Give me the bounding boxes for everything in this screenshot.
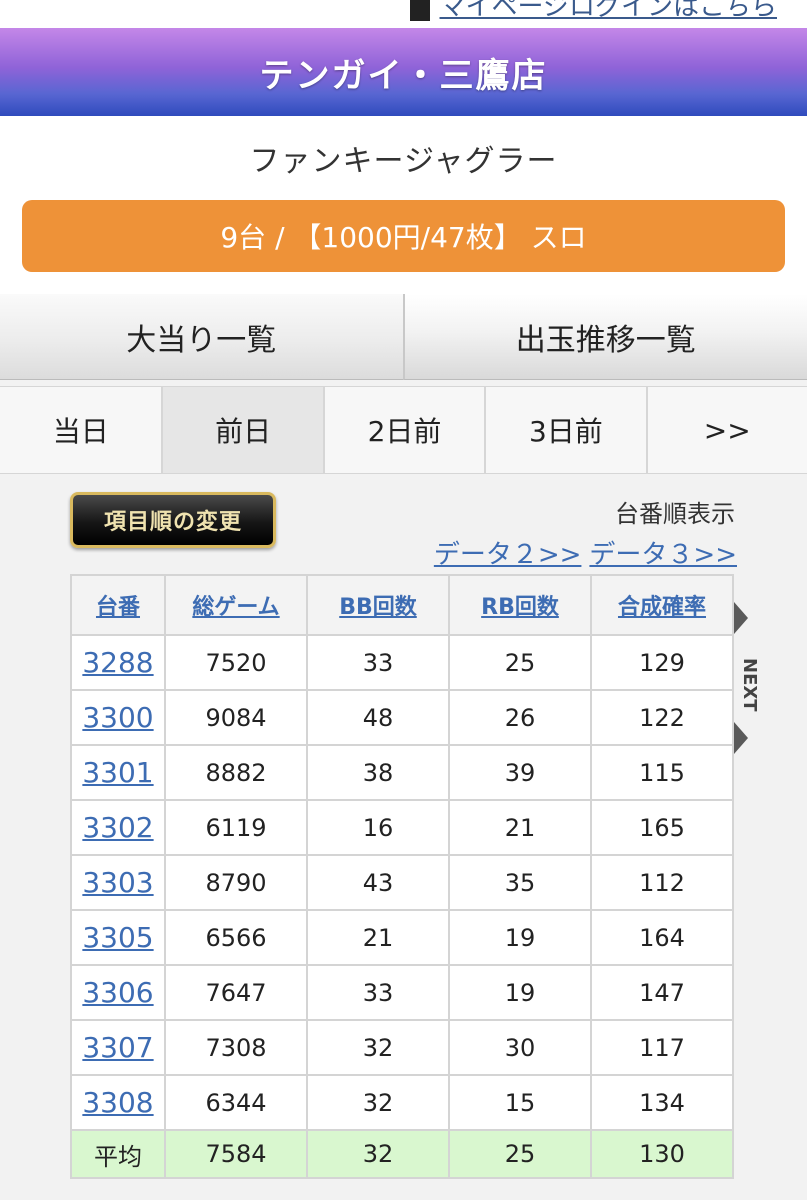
table-row: 3303 8790 43 35 112 (70, 854, 734, 911)
rate-bar: 9台 / 【1000円/47枚】 スロ (22, 200, 785, 272)
total-games-cell: 6119 (164, 799, 308, 856)
combined-rate-cell: 147 (590, 964, 734, 1021)
store-name: テンガイ・三鷹店 (259, 55, 548, 96)
combined-rate-cell: 117 (590, 1019, 734, 1076)
average-combined-rate: 130 (590, 1129, 734, 1179)
machine-no-link[interactable]: 3305 (70, 909, 166, 966)
machine-no-link[interactable]: 3288 (70, 634, 166, 691)
machine-no-link[interactable]: 3301 (70, 744, 166, 801)
next-page-tab[interactable]: NEXT (734, 602, 760, 754)
day-tab-today[interactable]: 当日 (0, 387, 162, 473)
total-games-cell: 7647 (164, 964, 308, 1021)
combined-rate-cell: 115 (590, 744, 734, 801)
data-table: 台番 総ゲーム BB回数 RB回数 合成確率 3288 7520 33 25 1… (70, 574, 734, 1179)
average-row: 平均 7584 32 25 130 (70, 1129, 734, 1179)
bb-count-cell: 48 (306, 689, 450, 746)
total-games-cell: 6344 (164, 1074, 308, 1131)
combined-rate-cell: 134 (590, 1074, 734, 1131)
bb-count-cell: 33 (306, 634, 450, 691)
total-games-cell: 9084 (164, 689, 308, 746)
machine-name: ファンキージャグラー (0, 116, 807, 200)
combined-rate-cell: 112 (590, 854, 734, 911)
rb-count-cell: 35 (448, 854, 592, 911)
next-label: NEXT (739, 658, 760, 712)
rb-count-cell: 19 (448, 909, 592, 966)
header-rb-count[interactable]: RB回数 (448, 574, 592, 636)
data2-link[interactable]: データ２>> (434, 540, 582, 570)
table-row: 3300 9084 48 26 122 (70, 689, 734, 746)
table-row: 3302 6119 16 21 165 (70, 799, 734, 856)
machine-no-link[interactable]: 3302 (70, 799, 166, 856)
bb-count-cell: 21 (306, 909, 450, 966)
rb-count-cell: 15 (448, 1074, 592, 1131)
rb-count-cell: 26 (448, 689, 592, 746)
next-arrow-icon (734, 722, 748, 754)
rb-count-cell: 30 (448, 1019, 592, 1076)
total-games-cell: 7308 (164, 1019, 308, 1076)
tab-jackpot-list[interactable]: 大当り一覧 (0, 294, 403, 380)
rb-count-cell: 39 (448, 744, 592, 801)
bb-count-cell: 33 (306, 964, 450, 1021)
data-table-wrap: 台番 総ゲーム BB回数 RB回数 合成確率 3288 7520 33 25 1… (70, 574, 734, 1179)
average-total-games: 7584 (164, 1129, 308, 1179)
bb-count-cell: 32 (306, 1074, 450, 1131)
total-games-cell: 8882 (164, 744, 308, 801)
store-header: テンガイ・三鷹店 (0, 28, 807, 116)
login-link-label: マイページログインはこちら (439, 0, 777, 22)
combined-rate-cell: 129 (590, 634, 734, 691)
header-bb-count[interactable]: BB回数 (306, 574, 450, 636)
order-label: 台番順表示 (615, 500, 735, 528)
day-tabs: 当日 前日 2日前 3日前 >> (0, 386, 807, 474)
average-bb-count: 32 (306, 1129, 450, 1179)
combined-rate-cell: 165 (590, 799, 734, 856)
rb-count-cell: 21 (448, 799, 592, 856)
rb-count-cell: 25 (448, 634, 592, 691)
table-row: 3305 6566 21 19 164 (70, 909, 734, 966)
combined-rate-cell: 122 (590, 689, 734, 746)
header-combined-rate[interactable]: 合成確率 (590, 574, 734, 636)
top-strip: マイページログインはこちら (0, 0, 807, 28)
header-total-games[interactable]: 総ゲーム (164, 574, 308, 636)
average-rb-count: 25 (448, 1129, 592, 1179)
bb-count-cell: 32 (306, 1019, 450, 1076)
day-tab-more[interactable]: >> (645, 387, 807, 473)
total-games-cell: 7520 (164, 634, 308, 691)
next-arrow-icon (734, 602, 748, 634)
table-row: 3306 7647 33 19 147 (70, 964, 734, 1021)
view-tabs: 大当り一覧 出玉推移一覧 (0, 294, 807, 380)
table-row: 3288 7520 33 25 129 (70, 634, 734, 691)
table-row: 3301 8882 38 39 115 (70, 744, 734, 801)
data3-link[interactable]: データ３>> (589, 540, 737, 570)
machine-no-link[interactable]: 3307 (70, 1019, 166, 1076)
bb-count-cell: 38 (306, 744, 450, 801)
data-links: データ２>> データ３>> (434, 534, 737, 571)
machine-no-link[interactable]: 3303 (70, 854, 166, 911)
sort-order-button[interactable]: 項目順の変更 (70, 492, 276, 548)
bb-count-cell: 43 (306, 854, 450, 911)
tab-payout-trend[interactable]: 出玉推移一覧 (402, 294, 807, 380)
combined-rate-cell: 164 (590, 909, 734, 966)
bb-count-cell: 16 (306, 799, 450, 856)
day-tab-previous-day[interactable]: 前日 (161, 387, 323, 473)
info-icon (409, 0, 430, 21)
login-link[interactable]: マイページログインはこちら (409, 0, 777, 23)
machine-no-link[interactable]: 3300 (70, 689, 166, 746)
day-tab-3-days-ago[interactable]: 3日前 (484, 387, 646, 473)
average-label: 平均 (70, 1129, 166, 1179)
header-machine-no[interactable]: 台番 (70, 574, 166, 636)
table-row: 3308 6344 32 15 134 (70, 1074, 734, 1131)
total-games-cell: 8790 (164, 854, 308, 911)
day-tab-2-days-ago[interactable]: 2日前 (322, 387, 485, 473)
machine-no-link[interactable]: 3308 (70, 1074, 166, 1131)
total-games-cell: 6566 (164, 909, 308, 966)
table-row: 3307 7308 32 30 117 (70, 1019, 734, 1076)
machine-no-link[interactable]: 3306 (70, 964, 166, 1021)
rb-count-cell: 19 (448, 964, 592, 1021)
rate-section: 9台 / 【1000円/47枚】 スロ (0, 190, 807, 294)
table-header-row: 台番 総ゲーム BB回数 RB回数 合成確率 (70, 574, 734, 636)
